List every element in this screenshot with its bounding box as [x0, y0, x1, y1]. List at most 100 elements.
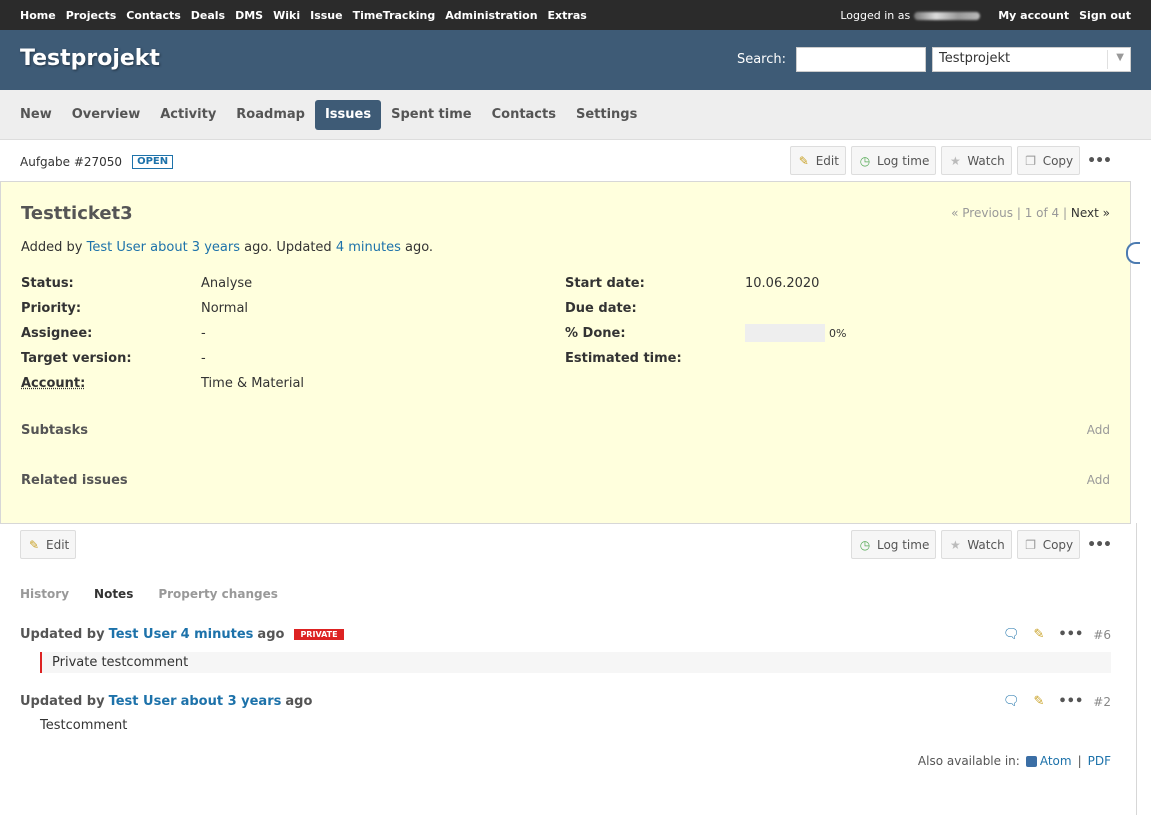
watch-label: Watch	[967, 537, 1005, 552]
private-badge: PRIVATE	[294, 629, 344, 640]
tab-new[interactable]: New	[10, 100, 62, 130]
journal-header: Updated by Test User 4 minutes ago PRIVA…	[20, 627, 344, 642]
updated-ago-link[interactable]: 4 minutes	[336, 240, 401, 255]
subtasks-heading: Subtasks	[21, 423, 89, 438]
previous-link[interactable]: « Previous	[951, 206, 1013, 220]
more-actions-icon[interactable]: •••	[1058, 694, 1083, 709]
top-menu-home[interactable]: Home	[20, 9, 56, 22]
log-time-button[interactable]: ◷ Log time	[850, 146, 937, 175]
select-separator	[1107, 50, 1108, 69]
attribute-value: 0%	[745, 324, 846, 342]
tab-contacts[interactable]: Contacts	[482, 100, 566, 130]
search-input[interactable]	[796, 47, 926, 72]
watch-button[interactable]: ★ Watch	[941, 146, 1012, 175]
top-menu-issue[interactable]: Issue	[310, 9, 342, 22]
attribute-value: Time & Material	[201, 376, 305, 391]
tab-roadmap[interactable]: Roadmap	[226, 100, 315, 130]
attribute-label: Due date:	[565, 301, 637, 316]
attribute-label: Account:	[21, 376, 86, 391]
journal-number[interactable]: #2	[1093, 695, 1111, 709]
header: Testprojekt Search: Testprojekt ▼	[0, 30, 1151, 90]
pencil-icon[interactable]: ✎	[1033, 627, 1044, 642]
pdf-link[interactable]: PDF	[1088, 754, 1111, 768]
journal-number[interactable]: #6	[1093, 628, 1111, 642]
watch-button[interactable]: ★ Watch	[941, 530, 1012, 559]
sign-out-link[interactable]: Sign out	[1079, 9, 1131, 22]
tab-activity[interactable]: Activity	[150, 100, 226, 130]
journal-user-link[interactable]: Test User	[109, 694, 177, 709]
more-actions-icon[interactable]: •••	[1058, 627, 1083, 642]
history-tabs: History Notes Property changes	[20, 587, 303, 601]
copy-icon: ❐	[1025, 153, 1037, 168]
main-menu: New Overview Activity Roadmap Issues Spe…	[0, 90, 1151, 140]
nav-separator: |	[1063, 206, 1068, 220]
top-menu-extras[interactable]: Extras	[548, 9, 587, 22]
project-jump-value: Testprojekt	[939, 51, 1011, 66]
tab-settings[interactable]: Settings	[566, 100, 647, 130]
top-menu-links: Home Projects Contacts Deals DMS Wiki Is…	[20, 9, 597, 22]
watch-label: Watch	[967, 153, 1005, 168]
attribute-value: Analyse	[201, 276, 253, 291]
quote-icon[interactable]: 🗨	[1003, 627, 1020, 642]
top-menu-deals[interactable]: Deals	[191, 9, 225, 22]
top-action-bar: ✎ Edit ◷ Log time ★ Watch ❐ Copy •••	[789, 146, 1112, 175]
top-menu-contacts[interactable]: Contacts	[126, 9, 180, 22]
project-jump-select[interactable]: Testprojekt ▼	[932, 47, 1131, 72]
top-menu-administration[interactable]: Administration	[445, 9, 537, 22]
journal-time-link[interactable]: 4 minutes	[181, 627, 254, 642]
updated-by-label: Updated by	[20, 694, 105, 709]
updated-by-label: Updated by	[20, 627, 105, 642]
nav-position: 1 of 4	[1024, 206, 1060, 220]
top-menu-dms[interactable]: DMS	[235, 9, 263, 22]
author-link[interactable]: Test User	[87, 240, 146, 255]
ago-label: ago.	[404, 240, 434, 255]
attribute-value: -	[201, 351, 206, 366]
top-menu-wiki[interactable]: Wiki	[273, 9, 300, 22]
sidebar-toggle-handle[interactable]	[1126, 242, 1140, 264]
copy-button[interactable]: ❐ Copy	[1016, 530, 1081, 559]
journal-time-link[interactable]: about 3 years	[181, 694, 282, 709]
more-actions-icon[interactable]: •••	[1087, 537, 1112, 553]
more-actions-icon[interactable]: •••	[1087, 153, 1112, 169]
attribute-label: Assignee:	[21, 326, 93, 341]
pencil-icon[interactable]: ✎	[1033, 694, 1044, 709]
log-time-button[interactable]: ◷ Log time	[850, 530, 937, 559]
issue-subject: Testticket3	[21, 203, 133, 224]
edit-button[interactable]: ✎ Edit	[789, 146, 846, 175]
content-border	[1131, 523, 1137, 815]
ago-label: ago	[285, 694, 313, 709]
tab-notes[interactable]: Notes	[94, 587, 133, 601]
next-link[interactable]: Next »	[1071, 206, 1110, 220]
add-subtask-link[interactable]: Add	[1087, 423, 1110, 437]
copy-label: Copy	[1042, 153, 1074, 168]
issue-reference: Aufgabe #27050	[20, 155, 123, 169]
top-menu-projects[interactable]: Projects	[66, 9, 117, 22]
quick-search: Search: Testprojekt ▼	[737, 47, 1131, 72]
journal-user-link[interactable]: Test User	[109, 627, 177, 642]
tab-history[interactable]: History	[20, 587, 69, 601]
atom-link[interactable]: Atom	[1040, 754, 1072, 768]
journal-actions: 🗨 ✎ ••• #6	[989, 627, 1111, 642]
tab-spent-time[interactable]: Spent time	[381, 100, 482, 130]
top-menu-timetracking[interactable]: TimeTracking	[353, 9, 436, 22]
my-account-link[interactable]: My account	[998, 9, 1069, 22]
star-icon: ★	[949, 153, 961, 168]
nav-separator: |	[1016, 206, 1021, 220]
clock-add-icon: ◷	[859, 537, 871, 552]
tab-overview[interactable]: Overview	[62, 100, 151, 130]
format-separator: |	[1077, 754, 1082, 768]
account-area: Logged in as My account Sign out	[840, 9, 1131, 22]
edit-label: Edit	[815, 153, 839, 168]
tab-issues[interactable]: Issues	[314, 100, 382, 130]
issue-navigation: « Previous | 1 of 4 | Next »	[951, 206, 1110, 220]
edit-button[interactable]: ✎ Edit	[20, 530, 77, 559]
add-relation-link[interactable]: Add	[1087, 473, 1110, 487]
copy-button[interactable]: ❐ Copy	[1016, 146, 1081, 175]
edit-label: Edit	[46, 537, 70, 552]
bottom-action-bar: ◷ Log time ★ Watch ❐ Copy •••	[850, 530, 1112, 559]
quote-icon[interactable]: 🗨	[1003, 694, 1020, 709]
bottom-edit-bar: ✎ Edit	[20, 530, 81, 559]
created-ago-link[interactable]: about 3 years	[150, 240, 240, 255]
tab-property-changes[interactable]: Property changes	[158, 587, 278, 601]
blurred-username	[914, 11, 981, 20]
